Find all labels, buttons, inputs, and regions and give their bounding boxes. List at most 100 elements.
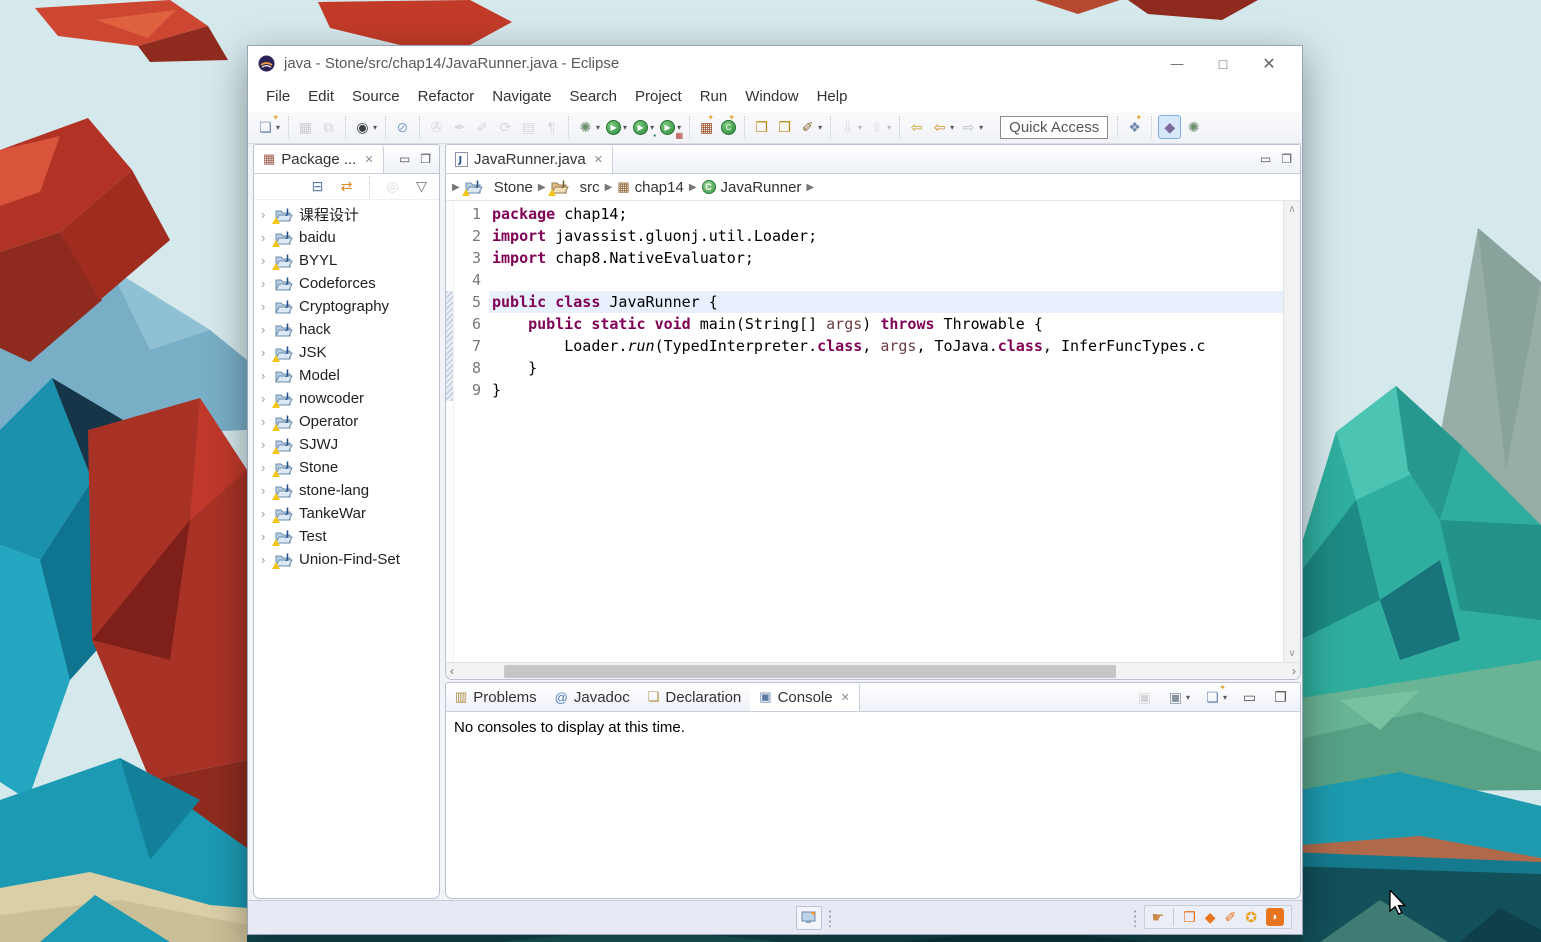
write-pencil-icon[interactable]: ✐ bbox=[1225, 909, 1237, 926]
menu-source[interactable]: Source bbox=[343, 84, 409, 109]
vertical-scrollbar[interactable]: ∧ ∨ bbox=[1283, 201, 1300, 662]
annotation-ruler[interactable] bbox=[446, 201, 454, 662]
report-button[interactable]: ▤ bbox=[518, 115, 539, 139]
minimize-pane-button[interactable]: ▭ bbox=[399, 152, 410, 166]
clean-button[interactable]: ✐ bbox=[472, 115, 493, 139]
quick-access-box[interactable]: Quick Access bbox=[1000, 115, 1109, 139]
close-icon[interactable]: ✕ bbox=[364, 153, 373, 166]
close-icon[interactable]: ✕ bbox=[594, 153, 603, 166]
menu-run[interactable]: Run bbox=[691, 84, 737, 109]
window-maximize-button[interactable]: □ bbox=[1200, 50, 1246, 78]
tree-item-nowcoder[interactable]: › Jnowcoder bbox=[254, 387, 439, 410]
forward-button[interactable]: ⇨ ▾ bbox=[958, 115, 985, 139]
feather-button[interactable]: ✒ bbox=[449, 115, 470, 139]
menu-navigate[interactable]: Navigate bbox=[483, 84, 560, 109]
menu-file[interactable]: File bbox=[257, 84, 299, 109]
menu-search[interactable]: Search bbox=[560, 84, 626, 109]
tree-item-课程设计[interactable]: › J 课程设计 bbox=[254, 203, 439, 226]
tree-item-Operator[interactable]: › J Operator bbox=[254, 410, 439, 433]
coverage-button[interactable]: ▶ ▪ ▾ bbox=[631, 115, 656, 140]
dropdown-arrow-icon[interactable]: ▾ bbox=[1186, 693, 1190, 702]
maximize-pane-button[interactable]: ❐ bbox=[1270, 685, 1291, 709]
scroll-left-icon[interactable]: ‹ bbox=[450, 664, 454, 678]
tab-console[interactable]: ▣ Console ✕ bbox=[750, 683, 860, 711]
breadcrumb-item-stone[interactable]: J Stone bbox=[461, 179, 533, 196]
tree-item-Test[interactable]: › J Test bbox=[254, 525, 439, 548]
search-button[interactable]: ✐ ▾ bbox=[797, 115, 824, 139]
project-tree[interactable]: › J 课程设计 › Jbaidu › J BYYL › J Codeforces › J Cr… bbox=[254, 200, 439, 898]
tab-javadoc[interactable]: @ Javadoc bbox=[546, 683, 639, 711]
save-all-button[interactable]: ⧉ bbox=[318, 115, 339, 139]
learn-cap-icon[interactable]: ◆ bbox=[1205, 909, 1216, 926]
new-wizard-button[interactable]: ❏ ✦ ▾ bbox=[255, 113, 282, 139]
dropdown-arrow-icon[interactable]: ▾ bbox=[950, 123, 954, 132]
key-button[interactable]: ✇ bbox=[426, 115, 447, 139]
tab-package-explorer[interactable]: ▦ Package ... ✕ bbox=[254, 145, 384, 173]
view-menu-button[interactable]: ▽ bbox=[411, 175, 432, 199]
open-task-button[interactable]: ❒ bbox=[751, 115, 772, 139]
horizontal-scrollbar[interactable]: ‹ › bbox=[446, 662, 1300, 679]
dropdown-arrow-icon[interactable]: ▾ bbox=[818, 123, 822, 132]
news-rss-icon[interactable]: ◗ bbox=[1266, 908, 1284, 926]
menu-refactor[interactable]: Refactor bbox=[409, 84, 484, 109]
minimize-pane-button[interactable]: ▭ bbox=[1260, 152, 1271, 166]
menu-edit[interactable]: Edit bbox=[299, 84, 343, 109]
skip-breakpoints-button[interactable]: ⊘ bbox=[392, 115, 413, 139]
paragraph-button[interactable]: ¶ bbox=[541, 115, 562, 139]
breadcrumb-item-src[interactable]: Jsrc bbox=[547, 179, 600, 196]
import-button[interactable]: ❐ bbox=[774, 115, 795, 139]
menu-window[interactable]: Window bbox=[736, 84, 807, 109]
back-button[interactable]: ⇦ ▾ bbox=[929, 115, 956, 139]
new-class-button[interactable]: C ✦ bbox=[719, 113, 738, 139]
close-icon[interactable]: ✕ bbox=[841, 691, 850, 704]
tree-item-TankeWar[interactable]: › J TankeWar bbox=[254, 502, 439, 525]
last-edit-location-button[interactable]: ⇦ bbox=[906, 115, 927, 139]
maximize-pane-button[interactable]: ❐ bbox=[1281, 152, 1292, 166]
debug-button[interactable]: ✺ ▾ bbox=[575, 115, 602, 139]
user-account-button[interactable]: ◉ ▾ bbox=[352, 115, 379, 139]
refresh-doc-button[interactable]: ⟳ bbox=[495, 115, 516, 139]
scrollbar-thumb[interactable] bbox=[504, 665, 1116, 678]
window-close-button[interactable]: ✕ bbox=[1246, 50, 1292, 78]
scroll-right-icon[interactable]: › bbox=[1292, 664, 1296, 678]
tutorials-book-icon[interactable]: ❒ bbox=[1183, 909, 1196, 926]
breadcrumb-item-javarunner[interactable]: C JavaRunner bbox=[701, 179, 801, 196]
new-java-project-button[interactable]: ▦ ✦ bbox=[696, 113, 717, 139]
breadcrumb-item-chap14[interactable]: ▦ chap14 bbox=[617, 179, 684, 196]
save-button[interactable]: ▦ bbox=[295, 115, 316, 139]
previous-annotation-button[interactable]: ⇧ ▾ bbox=[866, 115, 893, 139]
tab-problems[interactable]: ▥ Problems bbox=[446, 683, 546, 711]
java-perspective-button[interactable]: ◆ bbox=[1158, 115, 1182, 139]
twisty-icon[interactable]: › bbox=[261, 299, 275, 314]
twisty-icon[interactable]: › bbox=[261, 276, 275, 291]
menu-project[interactable]: Project bbox=[626, 84, 691, 109]
dropdown-arrow-icon[interactable]: ▾ bbox=[596, 123, 600, 132]
twisty-icon[interactable]: › bbox=[261, 368, 275, 383]
tab-declaration[interactable]: ❏ Declaration bbox=[639, 683, 751, 711]
dropdown-arrow-icon[interactable]: ▾ bbox=[1223, 693, 1227, 702]
tree-item-Codeforces[interactable]: › J Codeforces bbox=[254, 272, 439, 295]
twisty-icon[interactable]: › bbox=[261, 322, 275, 337]
tree-item-hack[interactable]: › Jhack bbox=[254, 318, 439, 341]
welcome-monitor-icon[interactable] bbox=[796, 906, 822, 930]
run-button[interactable]: ▶ ▾ bbox=[604, 115, 629, 139]
scroll-down-icon[interactable]: ∨ bbox=[1288, 648, 1295, 659]
open-console-button[interactable]: ❏ ✦ ▾ bbox=[1202, 683, 1229, 709]
dropdown-arrow-icon[interactable]: ▾ bbox=[887, 123, 891, 132]
tree-item-BYYL[interactable]: › J BYYL bbox=[254, 249, 439, 272]
dropdown-arrow-icon[interactable]: ▾ bbox=[276, 123, 280, 132]
oomph-hand-icon[interactable]: ☛ bbox=[1152, 909, 1165, 926]
pin-console-button[interactable]: ▣ bbox=[1134, 685, 1155, 709]
collapse-all-button[interactable]: ⊟ bbox=[307, 175, 328, 199]
external-tools-button[interactable]: ▶ ▦ ▾ bbox=[658, 115, 683, 140]
tree-item-JSK[interactable]: › J JSK bbox=[254, 341, 439, 364]
dropdown-arrow-icon[interactable]: ▾ bbox=[858, 123, 862, 132]
focus-button[interactable]: ◎ bbox=[382, 175, 403, 199]
maximize-pane-button[interactable]: ❐ bbox=[420, 152, 431, 166]
menu-help[interactable]: Help bbox=[808, 84, 857, 109]
tab-javarunner[interactable]: J JavaRunner.java ✕ bbox=[446, 145, 613, 173]
next-annotation-button[interactable]: ⇩ ▾ bbox=[837, 115, 864, 139]
code-editor[interactable]: 1 package chap14; 2 import javassist.gluonj… bbox=[446, 201, 1300, 662]
tree-item-SJWJ[interactable]: › J SJWJ bbox=[254, 433, 439, 456]
display-console-button[interactable]: ▣ ▾ bbox=[1165, 685, 1192, 709]
